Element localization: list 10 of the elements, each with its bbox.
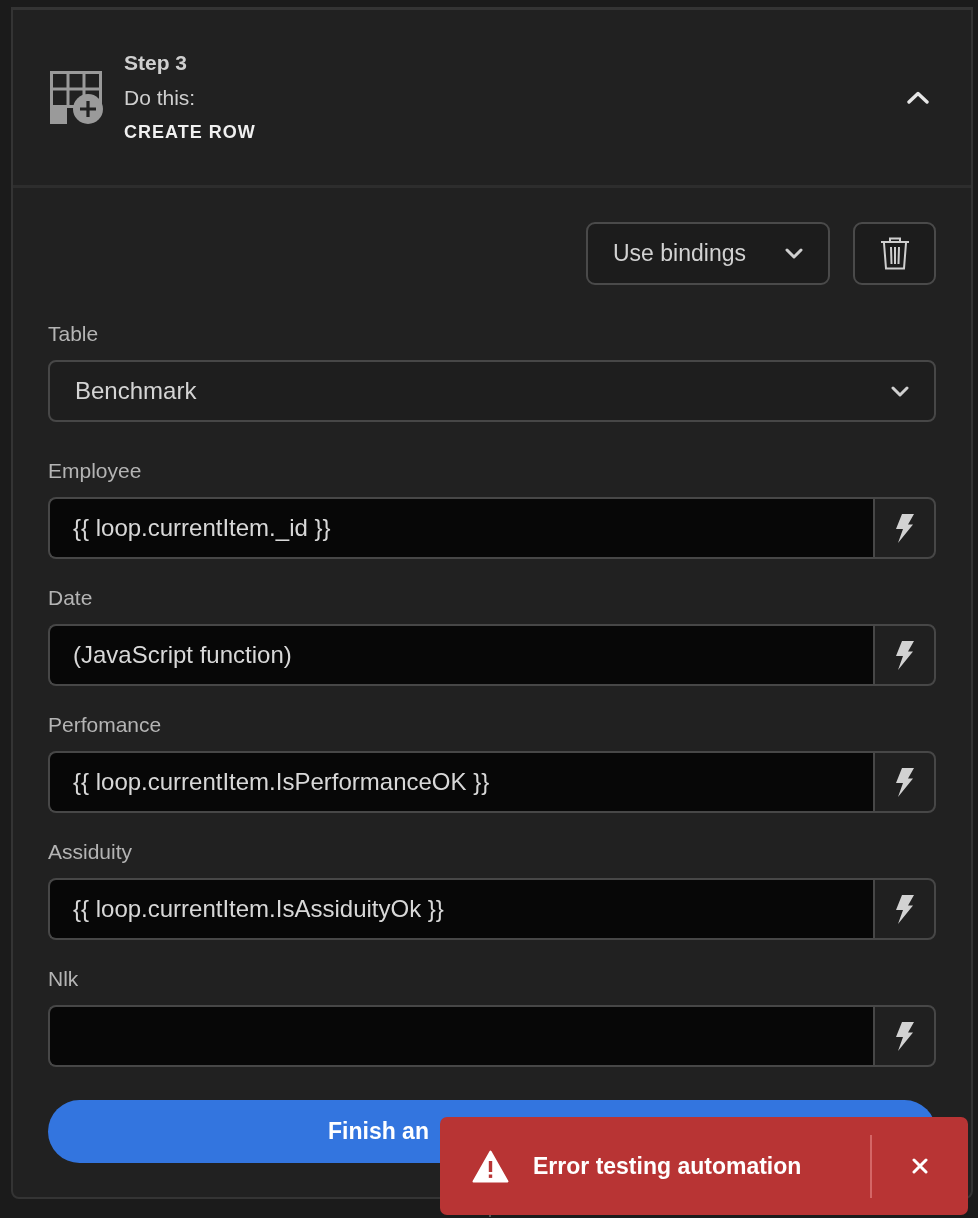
field-label: Nlk [48, 966, 80, 992]
field-label: Date [48, 585, 94, 611]
field-label: Perfomance [48, 712, 163, 738]
field-label: Assiduity [48, 839, 134, 865]
toast-message: Error testing automation [533, 1151, 802, 1181]
step-label: Step 3 [124, 50, 189, 76]
step-prompt: Do this: [124, 85, 197, 111]
step-action: CREATE ROW [124, 121, 256, 144]
field-label: Employee [48, 458, 143, 484]
field-label: Table [48, 321, 100, 347]
